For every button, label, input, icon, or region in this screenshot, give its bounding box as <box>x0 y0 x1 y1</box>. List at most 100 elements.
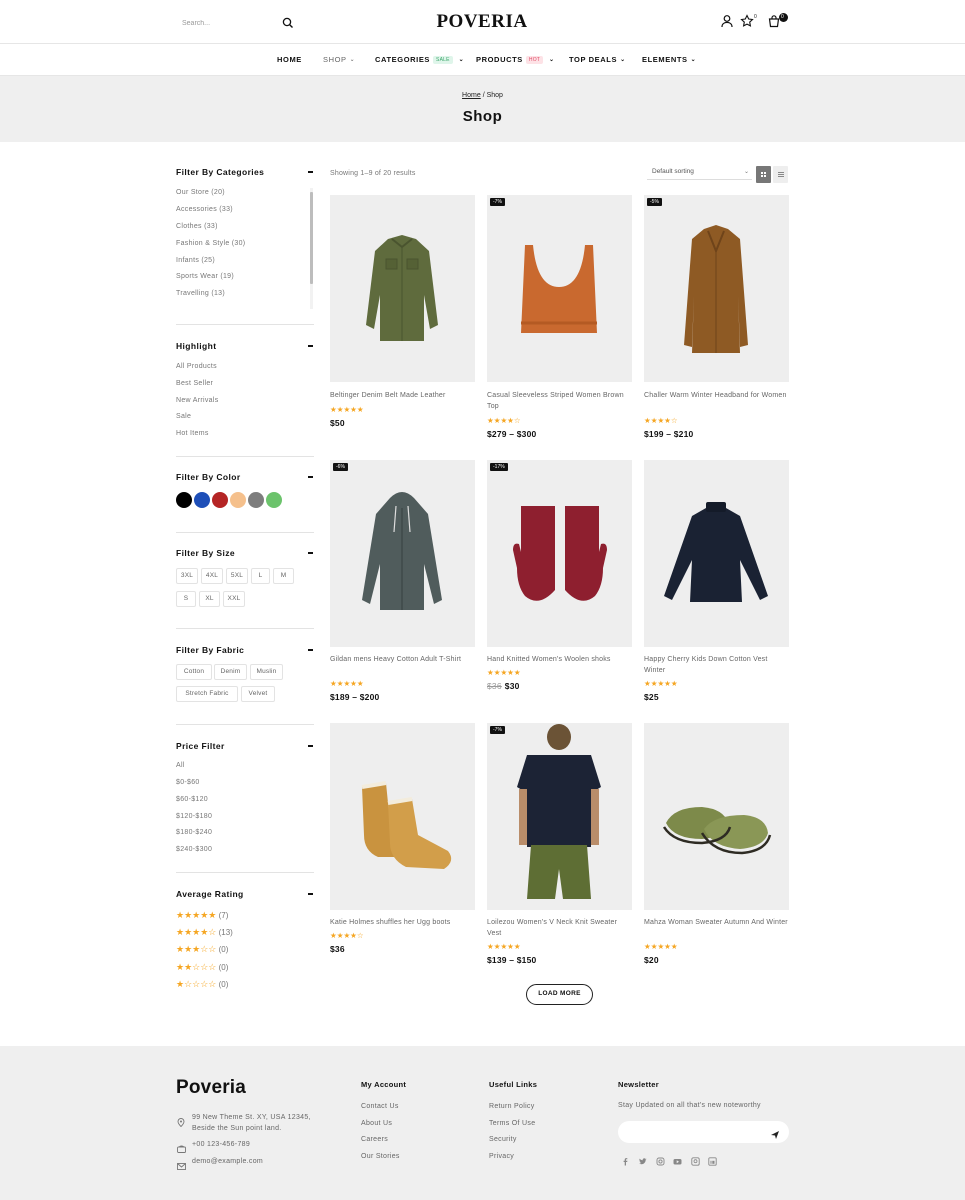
product-title-link[interactable]: Loilezou Women's V Neck Knit Sweater Ves… <box>487 917 632 939</box>
highlight-title[interactable]: Highlight <box>176 341 216 351</box>
nav-home[interactable]: HOME <box>277 55 302 64</box>
price-range-link[interactable]: $120-$180 <box>176 813 212 820</box>
size-chip[interactable]: S <box>176 591 196 607</box>
fabric-chip[interactable]: Velvet <box>241 686 275 702</box>
color-swatch-black[interactable] <box>176 492 192 508</box>
collapse-icon[interactable] <box>308 476 313 478</box>
product-title-link[interactable]: Beltinger Denim Belt Made Leather <box>330 390 475 401</box>
footer-link[interactable]: Careers <box>361 1136 388 1143</box>
send-icon[interactable] <box>770 1127 780 1139</box>
product-title-link[interactable]: Challer Warm Winter Headband for Women <box>644 390 789 401</box>
breadcrumb-home-link[interactable]: Home <box>462 92 481 99</box>
nav-elements[interactable]: ELEMENTS ⌄ <box>642 55 696 64</box>
footer-email[interactable]: demo@example.com <box>192 1156 263 1167</box>
size-chip[interactable]: XXL <box>223 591 245 607</box>
highlight-link[interactable]: New Arrivals <box>176 397 219 404</box>
product-image-link[interactable]: -7% <box>487 723 632 910</box>
product-image-link[interactable]: -6% <box>330 460 475 647</box>
color-swatch-blue[interactable] <box>194 492 210 508</box>
fabric-filter-title[interactable]: Filter By Fabric <box>176 645 244 655</box>
product-title-link[interactable]: Mahza Woman Sweater Autumn And Winter <box>644 917 789 928</box>
fabric-chip[interactable]: Cotton <box>176 664 212 680</box>
fabric-chip[interactable]: Stretch Fabric <box>176 686 238 702</box>
price-range-link[interactable]: $60-$120 <box>176 796 208 803</box>
price-range-link[interactable]: $240-$300 <box>176 846 212 853</box>
color-swatch-gray[interactable] <box>248 492 264 508</box>
category-link[interactable]: Fashion & Style (30) <box>176 240 245 247</box>
product-image-link[interactable] <box>644 460 789 647</box>
pinterest-icon[interactable] <box>691 1153 700 1166</box>
rating-filter-row[interactable]: ★★★★★ (7) <box>176 910 228 921</box>
size-chip[interactable]: 5XL <box>226 568 248 584</box>
product-title-link[interactable]: Gildan mens Heavy Cotton Adult T-Shirt <box>330 654 475 665</box>
product-image-link[interactable] <box>330 723 475 910</box>
nav-shop[interactable]: SHOP ⌄ <box>323 55 355 64</box>
category-link[interactable]: Sports Wear (19) <box>176 273 234 280</box>
nav-top-deals[interactable]: TOP DEALS ⌄ <box>569 55 626 64</box>
price-filter-title[interactable]: Price Filter <box>176 741 225 751</box>
youtube-icon[interactable] <box>673 1153 682 1165</box>
site-logo[interactable]: POVERIA <box>382 11 582 33</box>
rating-filter-title[interactable]: Average Rating <box>176 889 244 899</box>
product-title-link[interactable]: Hand Knitted Women's Woolen shoks <box>487 654 632 665</box>
highlight-link[interactable]: Best Seller <box>176 380 213 387</box>
footer-link[interactable]: Return Policy <box>489 1103 535 1110</box>
product-title-link[interactable]: Happy Cherry Kids Down Cotton Vest Winte… <box>644 654 789 676</box>
category-link[interactable]: Our Store (20) <box>176 189 225 196</box>
color-swatch-red[interactable] <box>212 492 228 508</box>
product-image-link[interactable] <box>644 723 789 910</box>
size-chip[interactable]: M <box>273 568 294 584</box>
collapse-icon[interactable] <box>308 893 313 895</box>
category-link[interactable]: Infants (25) <box>176 257 215 264</box>
product-title-link[interactable]: Katie Holmes shuffles her Ugg boots <box>330 917 475 928</box>
nav-categories[interactable]: CATEGORIES SALE ⌄ <box>375 55 464 65</box>
footer-link[interactable]: Security <box>489 1136 517 1143</box>
grid-view-button[interactable] <box>756 166 771 183</box>
footer-logo[interactable]: Poveria <box>176 1077 246 1099</box>
price-range-link[interactable]: $0-$60 <box>176 779 200 786</box>
footer-link[interactable]: About Us <box>361 1120 392 1127</box>
product-title-link[interactable]: Casual Sleeveless Striped Women Brown To… <box>487 390 632 412</box>
category-link[interactable]: Travelling (13) <box>176 290 225 297</box>
wishlist-star-icon[interactable] <box>740 14 754 28</box>
size-filter-title[interactable]: Filter By Size <box>176 548 235 558</box>
price-range-link[interactable]: $180-$240 <box>176 829 212 836</box>
category-link[interactable]: Clothes (33) <box>176 223 218 230</box>
fabric-chip[interactable]: Muslin <box>250 664 283 680</box>
categories-filter-title[interactable]: Filter By Categories <box>176 167 264 177</box>
product-image-link[interactable]: -17% <box>487 460 632 647</box>
color-filter-title[interactable]: Filter By Color <box>176 472 241 482</box>
size-chip[interactable]: 4XL <box>201 568 223 584</box>
rating-filter-row[interactable]: ★★★★☆ (13) <box>176 927 233 938</box>
category-link[interactable]: Accessories (33) <box>176 206 233 213</box>
newsletter-email-input[interactable] <box>618 1121 789 1143</box>
search-icon[interactable] <box>282 16 294 28</box>
rating-filter-row[interactable]: ★☆☆☆☆ (0) <box>176 979 228 990</box>
product-image-link[interactable]: -7% <box>487 195 632 382</box>
highlight-link[interactable]: All Products <box>176 363 217 370</box>
size-chip[interactable]: L <box>251 568 270 584</box>
product-image-link[interactable]: -5% <box>644 195 789 382</box>
color-swatch-green[interactable] <box>266 492 282 508</box>
collapse-icon[interactable] <box>308 552 313 554</box>
product-image-link[interactable] <box>330 195 475 382</box>
sort-select[interactable]: Default sorting ⌄ <box>647 166 752 180</box>
user-icon[interactable] <box>720 14 734 28</box>
footer-link[interactable]: Contact Us <box>361 1103 399 1110</box>
collapse-icon[interactable] <box>308 345 313 347</box>
collapse-icon[interactable] <box>308 649 313 651</box>
size-chip[interactable]: XL <box>199 591 220 607</box>
rating-filter-row[interactable]: ★★★☆☆ (0) <box>176 944 228 955</box>
instagram-icon[interactable] <box>656 1153 665 1166</box>
twitter-icon[interactable] <box>638 1153 647 1165</box>
collapse-icon[interactable] <box>308 745 313 747</box>
categories-scrollbar[interactable] <box>309 188 314 309</box>
footer-link[interactable]: Terms Of Use <box>489 1120 535 1127</box>
size-chip[interactable]: 3XL <box>176 568 198 584</box>
highlight-link[interactable]: Hot Items <box>176 430 209 437</box>
footer-link[interactable]: Privacy <box>489 1153 514 1160</box>
search-input[interactable] <box>176 13 276 34</box>
facebook-icon[interactable] <box>621 1153 630 1166</box>
highlight-link[interactable]: Sale <box>176 413 191 420</box>
list-view-button[interactable] <box>773 166 788 183</box>
